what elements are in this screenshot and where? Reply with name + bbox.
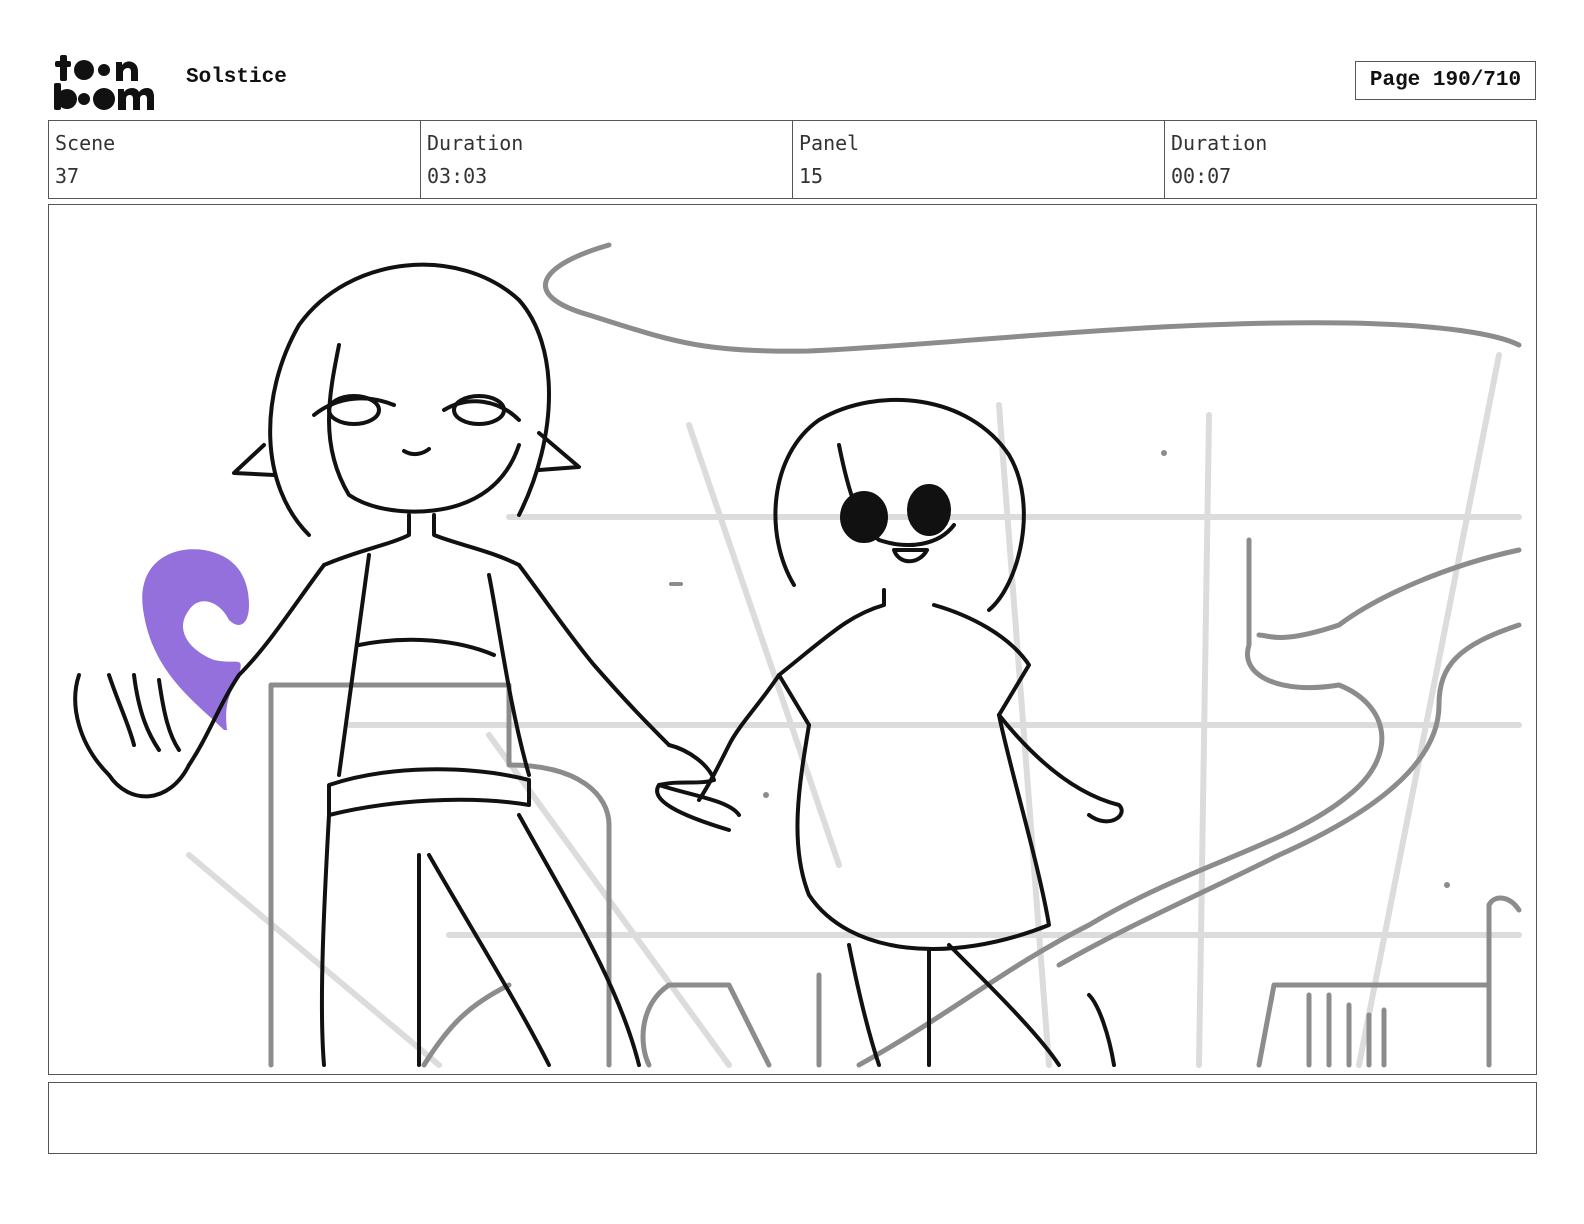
scene-value: 37 [55, 164, 80, 188]
scene-duration-label: Duration [427, 131, 524, 155]
toon-boom-logo [54, 55, 154, 110]
panel-sketch [73, 242, 1522, 1068]
project-title: Solstice [186, 66, 287, 89]
panel-cell: Panel 15 [793, 121, 1165, 198]
panel-value: 15 [799, 164, 824, 188]
scene-label: Scene [55, 131, 116, 155]
background-wall-sketch [268, 242, 1522, 1068]
caption-box [48, 1082, 1537, 1154]
page-indicator: Page 190/710 [1355, 61, 1536, 100]
storyboard-panel [48, 204, 1537, 1075]
scene-duration-cell: Duration 03:03 [421, 121, 793, 198]
panel-duration-value: 00:07 [1171, 164, 1232, 188]
scene-duration-value: 03:03 [427, 164, 488, 188]
panel-duration-cell: Duration 00:07 [1165, 121, 1536, 198]
scene-cell: Scene 37 [49, 121, 421, 198]
purple-flame [142, 549, 249, 730]
panel-duration-label: Duration [1171, 131, 1268, 155]
panel-label: Panel [799, 131, 860, 155]
background-grid-sketch [186, 352, 1522, 1068]
info-table: Scene 37 Duration 03:03 Panel 15 Duratio… [48, 120, 1537, 199]
